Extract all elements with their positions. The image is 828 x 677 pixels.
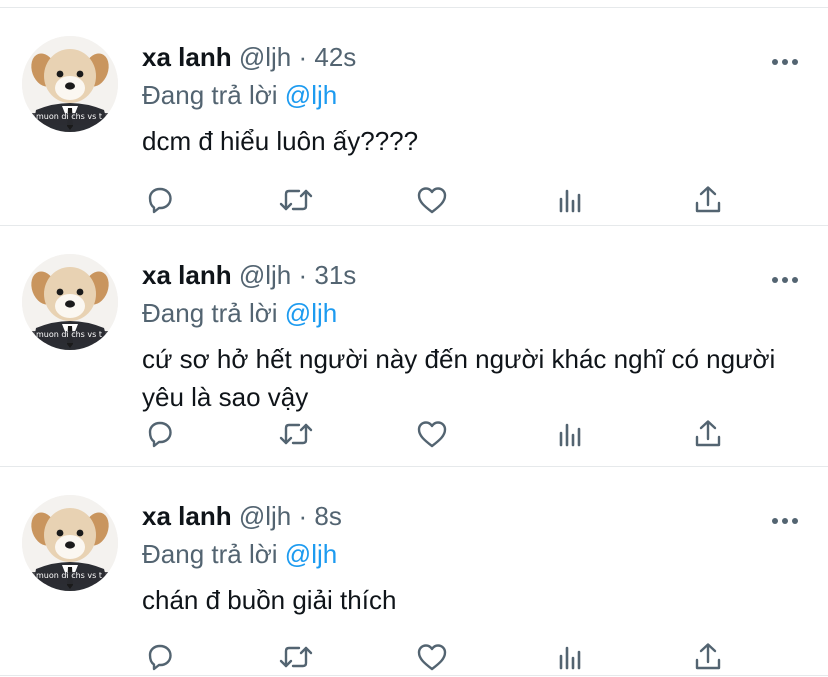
- display-name[interactable]: xa lanh: [142, 501, 232, 531]
- avatar[interactable]: muon di chs vs t: [22, 495, 118, 591]
- separator-dot: ·: [298, 260, 308, 290]
- action-bar: [140, 180, 740, 220]
- replying-to-line: Đang trả lời @ljh: [142, 296, 337, 330]
- user-handle[interactable]: @ljh: [239, 42, 291, 72]
- replying-to-line: Đang trả lời @ljh: [142, 78, 337, 112]
- separator-dot: ·: [298, 501, 308, 531]
- replying-to-line: Đang trả lời @ljh: [142, 537, 337, 571]
- share-button[interactable]: [688, 637, 728, 677]
- share-icon: [695, 643, 721, 670]
- reply-icon: [148, 187, 172, 214]
- more-options-icon[interactable]: [768, 270, 802, 290]
- action-bar: [140, 637, 740, 677]
- tweet-text: dcm đ hiểu luôn ấy????: [142, 126, 419, 156]
- retweet-icon: [279, 646, 313, 668]
- avatar-caption: muon di chs vs t: [36, 571, 102, 580]
- tweet-feed: muon di chs vs t xa lanh @ljh · 42s Đang…: [0, 0, 828, 676]
- retweet-button[interactable]: [276, 414, 316, 454]
- views-button[interactable]: [550, 180, 590, 220]
- like-icon: [417, 644, 447, 671]
- views-button[interactable]: [550, 414, 590, 454]
- retweet-icon: [279, 189, 313, 211]
- reply-button[interactable]: [140, 414, 180, 454]
- views-icon: [559, 646, 581, 670]
- avatar-caption: muon di chs vs t: [36, 330, 102, 339]
- share-button[interactable]: [688, 180, 728, 220]
- like-icon: [417, 421, 447, 448]
- share-icon: [695, 186, 721, 213]
- retweet-button[interactable]: [276, 180, 316, 220]
- tweet-item[interactable]: muon di chs vs t xa lanh @ljh · 8s Đang …: [0, 467, 828, 676]
- tweet-item[interactable]: muon di chs vs t xa lanh @ljh · 31s Đang…: [0, 226, 828, 467]
- retweet-button[interactable]: [276, 637, 316, 677]
- like-button[interactable]: [412, 637, 452, 677]
- display-name[interactable]: xa lanh: [142, 42, 232, 72]
- timestamp[interactable]: 31s: [314, 260, 356, 290]
- avatar[interactable]: muon di chs vs t: [22, 36, 118, 132]
- user-handle[interactable]: @ljh: [239, 260, 291, 290]
- avatar-caption: muon di chs vs t: [36, 112, 102, 121]
- reply-button[interactable]: [140, 637, 180, 677]
- separator-dot: ·: [298, 42, 308, 72]
- views-button[interactable]: [550, 637, 590, 677]
- timestamp[interactable]: 42s: [314, 42, 356, 72]
- tweet-text: cứ sơ hở hết người này đến người khác ng…: [142, 344, 776, 412]
- tweet-header: xa lanh @ljh · 42s: [142, 40, 356, 74]
- display-name[interactable]: xa lanh: [142, 260, 232, 290]
- action-bar: [140, 414, 740, 454]
- replying-label: Đang trả lời: [142, 539, 278, 569]
- like-icon: [417, 187, 447, 214]
- like-button[interactable]: [412, 180, 452, 220]
- views-icon: [559, 423, 581, 447]
- tweet-item[interactable]: muon di chs vs t xa lanh @ljh · 42s Đang…: [0, 8, 828, 226]
- tweet-text: chán đ buồn giải thích: [142, 585, 397, 615]
- replying-label: Đang trả lời: [142, 80, 278, 110]
- timestamp[interactable]: 8s: [314, 501, 341, 531]
- retweet-icon: [279, 423, 313, 445]
- avatar[interactable]: muon di chs vs t: [22, 254, 118, 350]
- mention-link[interactable]: @ljh: [285, 539, 337, 569]
- tweet-header: xa lanh @ljh · 8s: [142, 499, 342, 533]
- views-icon: [559, 189, 581, 213]
- replying-label: Đang trả lời: [142, 298, 278, 328]
- reply-icon: [148, 421, 172, 448]
- tweet-header: xa lanh @ljh · 31s: [142, 258, 356, 292]
- more-options-icon[interactable]: [768, 52, 802, 72]
- share-button[interactable]: [688, 414, 728, 454]
- mention-link[interactable]: @ljh: [285, 298, 337, 328]
- like-button[interactable]: [412, 414, 452, 454]
- user-handle[interactable]: @ljh: [239, 501, 291, 531]
- mention-link[interactable]: @ljh: [285, 80, 337, 110]
- more-options-icon[interactable]: [768, 511, 802, 531]
- reply-icon: [148, 644, 172, 671]
- share-icon: [695, 420, 721, 447]
- reply-button[interactable]: [140, 180, 180, 220]
